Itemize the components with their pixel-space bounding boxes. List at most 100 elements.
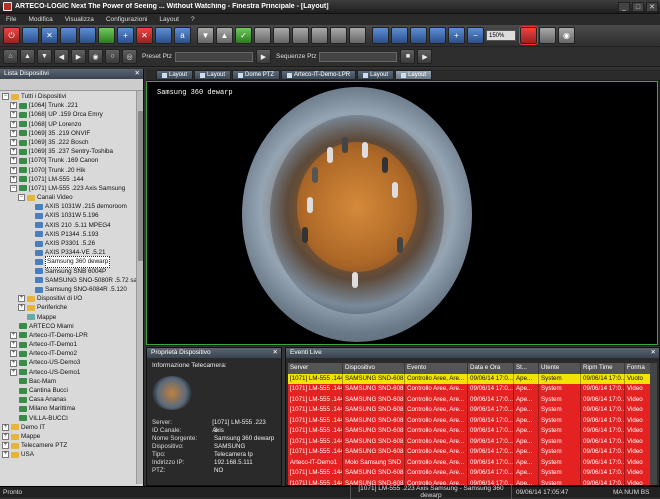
event-row[interactable]: [1071] LM-555 .144 SAMSUNG SND-608... Cont… xyxy=(288,373,651,384)
pin-icon[interactable]: ✕ xyxy=(273,348,278,358)
zoom-in-icon[interactable]: + xyxy=(448,27,465,44)
layout-tab[interactable]: Layout xyxy=(395,70,433,80)
pin-icon[interactable]: ✕ xyxy=(135,69,140,79)
event-row[interactable]: [1071] LM-555 .144 SAMSUNG SND-608... Cont… xyxy=(288,415,651,426)
expand-icon[interactable]: + xyxy=(10,368,17,376)
event-row[interactable]: [1071] LM-555 .144 SAMSUNG SND-608... Cont… xyxy=(288,405,651,416)
expand-icon[interactable]: + xyxy=(2,451,9,459)
event-row[interactable]: [1071] LM-555 .144 SAMSUNG SND-608... Cont… xyxy=(288,384,651,395)
menu-modifica[interactable]: Modifica xyxy=(28,16,52,23)
tree-item[interactable]: + Arteco-IT-Demo-LPR xyxy=(0,331,143,340)
text-abc-icon[interactable]: a xyxy=(174,27,191,44)
expand-icon[interactable]: + xyxy=(2,423,9,431)
tree-item[interactable]: AXIS 210 .5.11 MPEG4 xyxy=(0,221,143,230)
tree-item[interactable]: VILLA-BUCCI xyxy=(0,414,143,423)
exit-icon[interactable]: ⏻ xyxy=(3,27,20,44)
tree-item[interactable]: AXIS P1344 .5.193 xyxy=(0,230,143,239)
tree-item[interactable]: + Arteco-IT-Demo2 xyxy=(0,349,143,358)
ptz-up-icon[interactable]: ▲ xyxy=(20,49,35,64)
tree-item[interactable]: + [1070] Trunk .20 Hik xyxy=(0,166,143,175)
tree-item[interactable]: ARTECO Miami xyxy=(0,322,143,331)
preset-go-icon[interactable]: ▶ xyxy=(255,49,271,64)
tree-item[interactable]: Samsung SNB 6004P xyxy=(0,267,143,276)
layout-tab[interactable]: Layout xyxy=(194,70,232,80)
ptz-focus-icon[interactable]: ◎ xyxy=(122,49,137,64)
tree-item[interactable]: + [1071] LM-555 .144 xyxy=(0,175,143,184)
column-header[interactable]: Server xyxy=(288,363,343,374)
expand-icon[interactable]: + xyxy=(10,166,17,174)
tree-item[interactable]: + USA xyxy=(0,450,143,459)
close-button[interactable]: ✕ xyxy=(646,1,658,12)
expand-icon[interactable]: + xyxy=(10,341,17,349)
event-row[interactable]: [1071] LM-555 .144 SAMSUNG SND-608... Cont… xyxy=(288,436,651,447)
layout-5-icon[interactable] xyxy=(330,27,347,44)
tree-scrollbar[interactable] xyxy=(136,91,143,484)
layout-1-icon[interactable] xyxy=(254,27,271,44)
expand-icon[interactable]: + xyxy=(10,350,17,358)
tree-item[interactable]: + [1069] 35 .219 ONVIF xyxy=(0,129,143,138)
tree-item[interactable]: + Telecamere PTZ xyxy=(0,441,143,450)
expand-icon[interactable]: + xyxy=(10,139,17,147)
preset-combo[interactable] xyxy=(174,51,253,62)
ptz-right-icon[interactable]: ▶ xyxy=(71,49,86,64)
column-header[interactable]: Utente xyxy=(539,363,581,374)
layout-tab[interactable]: Dome PTZ xyxy=(232,70,281,80)
camera-icon[interactable] xyxy=(98,27,115,44)
expand-icon[interactable]: + xyxy=(2,433,9,441)
monitor-icon[interactable] xyxy=(60,27,77,44)
ptz-down-icon[interactable]: ▼ xyxy=(37,49,52,64)
layout-4-icon[interactable] xyxy=(311,27,328,44)
tree-item[interactable]: + [1068] UP .159 Orca Emry xyxy=(0,110,143,119)
grid-remove-icon[interactable]: ✕ xyxy=(136,27,153,44)
expand-icon[interactable]: + xyxy=(10,175,17,183)
upload-icon[interactable]: ▲ xyxy=(216,27,233,44)
tree-item[interactable]: + Arteco-IT-Demo1 xyxy=(0,340,143,349)
menu-visualizza[interactable]: Visualizza xyxy=(65,16,94,23)
event-row[interactable]: [1071] LM-555 .144 SAMSUNG SND-608... Cont… xyxy=(288,426,651,437)
ptz-left-icon[interactable]: ◀ xyxy=(54,49,69,64)
grid-icon[interactable] xyxy=(155,27,172,44)
expand-icon[interactable]: + xyxy=(2,442,9,450)
tree-item[interactable]: + [1069] 35 .237 Sentry-Toshiba xyxy=(0,147,143,156)
minimize-button[interactable]: _ xyxy=(618,1,630,12)
expand-icon[interactable]: + xyxy=(10,120,17,128)
tools-icon[interactable]: ✕ xyxy=(41,27,58,44)
collapse-icon[interactable]: − xyxy=(10,184,17,192)
menu-configurazioni[interactable]: Configurazioni xyxy=(106,16,148,23)
tree-item[interactable]: + [1070] Trunk .169 Canon xyxy=(0,156,143,165)
column-header[interactable]: Evento xyxy=(405,363,468,374)
event-row[interactable]: Arteco-IT-Demo1 Molo Samsung SND Controllo… xyxy=(288,457,651,468)
tree-item[interactable]: Casa Ananas xyxy=(0,395,143,404)
layout-tab[interactable]: Arteco-IT-Demo-LPR xyxy=(281,70,357,80)
menu-file[interactable]: File xyxy=(6,16,16,23)
sequence-play-icon[interactable]: ▶ xyxy=(417,49,433,64)
pin-icon[interactable]: ✕ xyxy=(651,348,656,358)
tree-item[interactable]: + Arteco-US-Demo3 xyxy=(0,358,143,367)
event-row[interactable]: [1071] LM-555 .144 SAMSUNG SND-608... Cont… xyxy=(288,447,651,458)
tree-item[interactable]: + [1068] UP Lorenzo xyxy=(0,120,143,129)
expand-icon[interactable]: + xyxy=(10,148,17,156)
server-icon[interactable] xyxy=(22,27,39,44)
expand-icon[interactable]: + xyxy=(10,129,17,137)
save-icon[interactable] xyxy=(391,27,408,44)
grid-add-icon[interactable]: + xyxy=(117,27,134,44)
layout-tab[interactable]: Layout xyxy=(156,70,194,80)
tree-item[interactable]: − Canali Video xyxy=(0,193,143,202)
tree-item[interactable]: + [1064] Trunk .221 xyxy=(0,101,143,110)
tree-item[interactable]: SAMSUNG SNO-5080R .5.72 sala xyxy=(0,276,143,285)
collapse-icon[interactable]: − xyxy=(2,93,9,101)
expand-icon[interactable]: + xyxy=(10,111,17,119)
video-viewport[interactable]: Samsung 360 dewarp xyxy=(146,81,658,345)
puzzle-icon[interactable] xyxy=(539,27,556,44)
menu-help[interactable]: ? xyxy=(191,16,195,23)
eye-icon[interactable]: ◉ xyxy=(558,27,575,44)
collapse-icon[interactable]: − xyxy=(18,194,25,202)
column-header[interactable]: Forma xyxy=(625,363,651,374)
layout-tab[interactable]: Layout xyxy=(357,70,395,80)
column-header[interactable]: Ripm Time xyxy=(581,363,625,374)
tree-item[interactable]: Bac-Mam xyxy=(0,377,143,386)
tree-item[interactable]: Mappe xyxy=(0,313,143,322)
confirm-icon[interactable]: ✓ xyxy=(235,27,252,44)
tree-item[interactable]: Samsung SNO-6084R .5.120 xyxy=(0,285,143,294)
ptz-zoom-icon[interactable]: ◉ xyxy=(88,49,103,64)
